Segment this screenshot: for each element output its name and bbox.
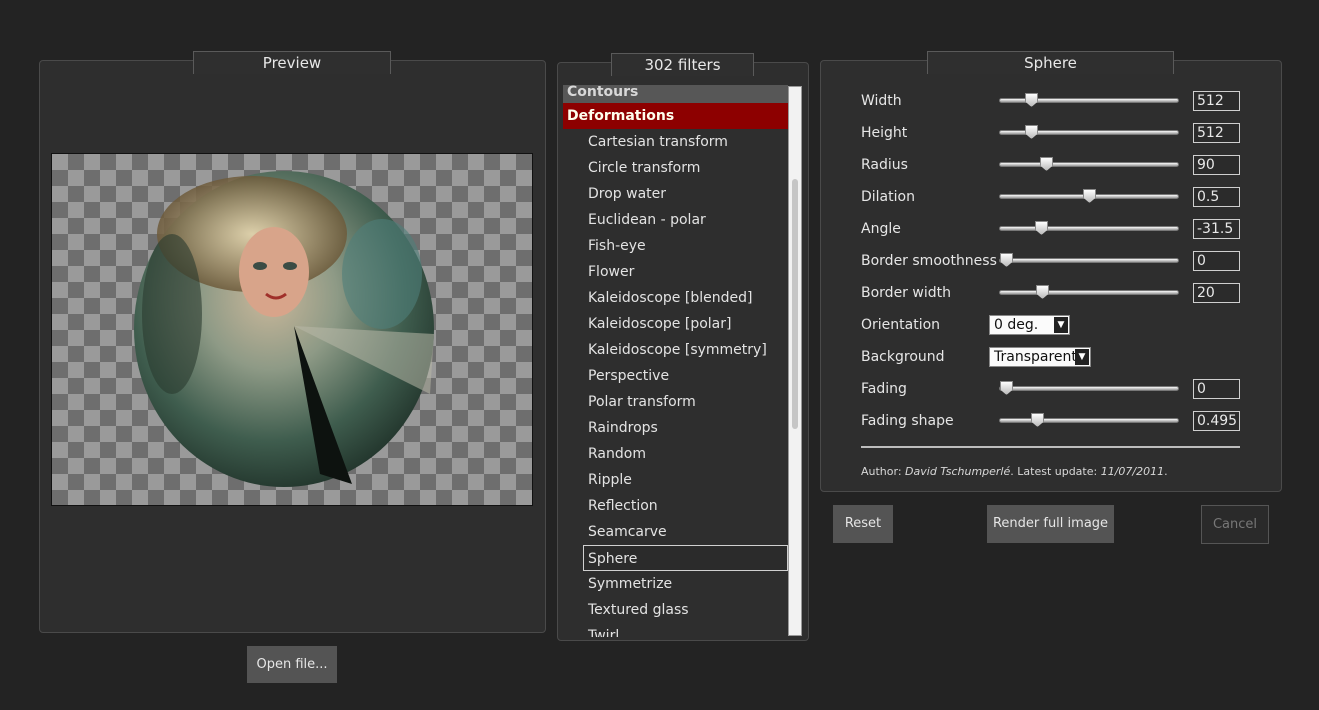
render-full-image-button[interactable]: Render full image xyxy=(987,505,1114,543)
author-prefix: Author: xyxy=(861,465,906,478)
filter-item[interactable]: Kaleidoscope [polar] xyxy=(563,311,788,337)
border-smoothness-value-field[interactable]: 0 xyxy=(1193,251,1240,271)
filter-item[interactable]: Cartesian transform xyxy=(563,129,788,155)
update-prefix: . Latest update: xyxy=(1010,465,1101,478)
author-name: David Tschumperlé xyxy=(905,465,1011,478)
separator xyxy=(861,446,1240,448)
filter-item[interactable]: Raindrops xyxy=(563,415,788,441)
fading-label: Fading xyxy=(861,381,907,397)
chevron-down-icon: ▼ xyxy=(1054,317,1068,333)
angle-label: Angle xyxy=(861,221,901,237)
width-label: Width xyxy=(861,93,902,109)
fading-value-field[interactable]: 0 xyxy=(1193,379,1240,399)
orientation-select-value: 0 deg. xyxy=(994,317,1039,333)
filter-item[interactable]: Flower xyxy=(563,259,788,285)
preview-title: Preview xyxy=(193,51,391,74)
filter-item[interactable]: Seamcarve xyxy=(563,519,788,545)
filter-item[interactable]: Circle transform xyxy=(563,155,788,181)
filter-item[interactable]: Textured glass xyxy=(563,597,788,623)
update-suffix: . xyxy=(1164,465,1168,478)
filter-item-selected[interactable]: Sphere xyxy=(583,545,788,571)
preview-image[interactable] xyxy=(51,153,533,506)
orientation-label: Orientation xyxy=(861,317,941,333)
filter-item[interactable]: Twirl xyxy=(563,623,788,637)
border-width-label: Border width xyxy=(861,285,951,301)
radius-slider[interactable] xyxy=(999,157,1179,171)
radius-value-field[interactable]: 90 xyxy=(1193,155,1240,175)
filter-item[interactable]: Symmetrize xyxy=(563,571,788,597)
author-info: Author: David Tschumperlé. Latest update… xyxy=(861,465,1168,478)
reset-button[interactable]: Reset xyxy=(833,505,893,543)
border-width-value-field[interactable]: 20 xyxy=(1193,283,1240,303)
filter-list-scrollbar[interactable] xyxy=(788,86,802,636)
cancel-button[interactable]: Cancel xyxy=(1201,505,1269,544)
border-smoothness-slider[interactable] xyxy=(999,253,1179,267)
orientation-select[interactable]: 0 deg. ▼ xyxy=(989,315,1070,335)
fading-slider[interactable] xyxy=(999,381,1179,395)
fading-shape-label: Fading shape xyxy=(861,413,954,429)
filter-item[interactable]: Random xyxy=(563,441,788,467)
filter-item[interactable]: Polar transform xyxy=(563,389,788,415)
border-smoothness-label: Border smoothness xyxy=(861,253,997,269)
background-select-value: Transparent xyxy=(994,349,1077,365)
filter-item[interactable]: Drop water xyxy=(563,181,788,207)
category-contours[interactable]: Contours xyxy=(563,85,788,103)
scrollbar-thumb[interactable] xyxy=(792,179,798,429)
filter-item[interactable]: Reflection xyxy=(563,493,788,519)
height-label: Height xyxy=(861,125,908,141)
filter-item[interactable]: Fish-eye xyxy=(563,233,788,259)
height-slider[interactable] xyxy=(999,125,1179,139)
sphere-preview-graphic xyxy=(134,171,434,487)
dilation-label: Dilation xyxy=(861,189,915,205)
fading-shape-slider[interactable] xyxy=(999,413,1179,427)
filter-item[interactable]: Euclidean - polar xyxy=(563,207,788,233)
open-file-button[interactable]: Open file... xyxy=(247,646,337,683)
dilation-value-field[interactable]: 0.5 xyxy=(1193,187,1240,207)
angle-slider[interactable] xyxy=(999,221,1179,235)
angle-value-field[interactable]: -31.5 xyxy=(1193,219,1240,239)
width-slider[interactable] xyxy=(999,93,1179,107)
background-select[interactable]: Transparent ▼ xyxy=(989,347,1091,367)
filter-item[interactable]: Kaleidoscope [symmetry] xyxy=(563,337,788,363)
filter-item[interactable]: Ripple xyxy=(563,467,788,493)
height-value-field[interactable]: 512 xyxy=(1193,123,1240,143)
filter-item[interactable]: Perspective xyxy=(563,363,788,389)
fading-shape-value-field[interactable]: 0.495 xyxy=(1193,411,1240,431)
filter-item[interactable]: Kaleidoscope [blended] xyxy=(563,285,788,311)
filters-count-title: 302 filters xyxy=(611,53,754,76)
width-value-field[interactable]: 512 xyxy=(1193,91,1240,111)
filter-name-title: Sphere xyxy=(927,51,1174,74)
radius-label: Radius xyxy=(861,157,908,173)
category-deformations[interactable]: Deformations xyxy=(563,103,788,129)
background-label: Background xyxy=(861,349,945,365)
chevron-down-icon: ▼ xyxy=(1075,349,1089,365)
filter-list[interactable]: Contours Deformations Cartesian transfor… xyxy=(563,85,788,637)
dilation-slider[interactable] xyxy=(999,189,1179,203)
border-width-slider[interactable] xyxy=(999,285,1179,299)
update-date: 11/07/2011 xyxy=(1100,465,1165,478)
